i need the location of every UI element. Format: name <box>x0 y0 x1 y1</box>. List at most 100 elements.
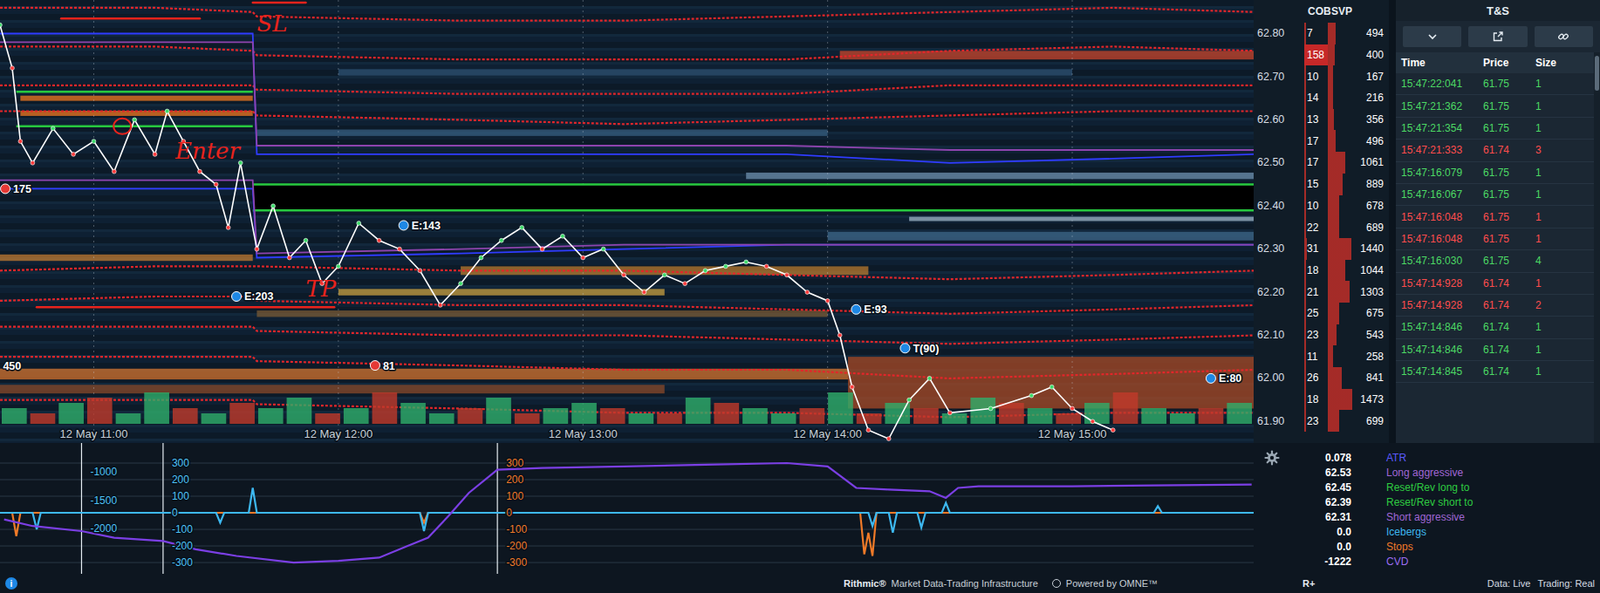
trade-size: 1 <box>1535 232 1594 246</box>
volume-bar <box>172 408 199 424</box>
marker-dot-icon[interactable] <box>1205 373 1216 383</box>
annotation: TP <box>305 275 336 302</box>
trade-price: 61.75 <box>1483 166 1536 179</box>
legend-value: -1222 <box>1290 555 1352 568</box>
svp-cell: 689 <box>1327 216 1389 239</box>
trade-size: 1 <box>1535 321 1594 334</box>
scale-tick: 300 <box>505 457 524 470</box>
marker-dot-icon[interactable] <box>0 184 11 194</box>
legend-value: 62.31 <box>1290 511 1352 524</box>
indicator-chart[interactable]: -1000-1500-20003002001000-100-200-300300… <box>0 443 1254 575</box>
volume-bar <box>1169 413 1196 424</box>
scale-tick: 0 <box>171 506 178 520</box>
trade-dot <box>988 406 993 411</box>
trade-dot <box>540 246 545 252</box>
trade-row[interactable]: 15:47:16:07961.751 <box>1395 162 1594 185</box>
svp-cell: 1044 <box>1327 259 1389 282</box>
order-marker[interactable]: E:203 <box>232 290 274 303</box>
marker-dot-icon[interactable] <box>900 343 910 354</box>
info-icon[interactable]: i <box>5 577 18 590</box>
heatmap-chart[interactable]: 175E:203E:14381E:93T(90)450E:80SLEnterTP… <box>0 0 1254 444</box>
cob-header: COB <box>1304 5 1328 18</box>
annotation <box>113 118 131 135</box>
price-line <box>0 25 1114 439</box>
settings-button[interactable] <box>1264 450 1286 575</box>
legend-value: 0.0 <box>1290 526 1352 539</box>
marker-dot-icon[interactable] <box>232 291 242 301</box>
gear-icon <box>1264 450 1280 466</box>
order-marker[interactable]: E:143 <box>398 219 441 233</box>
legend-row: 0.0Stops <box>1290 539 1473 554</box>
export-button[interactable] <box>1468 26 1527 48</box>
svp-cell: 1473 <box>1327 389 1389 411</box>
order-marker[interactable]: 450 <box>2 360 21 373</box>
ladder-row: 22689 <box>1253 216 1389 239</box>
heatmap-band <box>909 217 1254 222</box>
hour-gridline <box>93 0 95 444</box>
trade-dot <box>458 281 464 287</box>
trade-row[interactable]: 15:47:14:84661.741 <box>1395 316 1594 339</box>
order-marker[interactable]: E:93 <box>851 303 888 316</box>
column-header[interactable]: Time <box>1401 56 1484 69</box>
volume-bar <box>913 408 939 424</box>
link-button[interactable] <box>1534 26 1594 48</box>
trade-dot <box>18 139 23 144</box>
ladder-row: 25675 <box>1253 302 1389 325</box>
trade-row[interactable]: 15:47:21:33361.743 <box>1395 139 1594 162</box>
price-tick: 62.70 <box>1253 65 1305 88</box>
marker-dot-icon[interactable] <box>398 220 409 231</box>
trade-dot <box>335 264 341 269</box>
volume-bar <box>116 413 142 424</box>
annotation: Enter <box>174 137 242 165</box>
order-marker[interactable]: E:80 <box>1205 372 1242 385</box>
scale-tick: -200 <box>505 540 527 553</box>
trade-row[interactable]: 15:47:21:35461.751 <box>1395 117 1594 140</box>
trade-price: 61.75 <box>1483 100 1536 113</box>
trade-price: 61.74 <box>1483 343 1536 356</box>
marker-dot-icon[interactable] <box>851 304 862 315</box>
scrollbar[interactable] <box>1593 52 1600 444</box>
order-marker[interactable]: T(90) <box>900 342 939 356</box>
heatmap-band <box>256 129 828 136</box>
annotation-text: Enter <box>174 137 242 165</box>
trade-row[interactable]: 15:47:16:04861.751 <box>1395 228 1594 251</box>
svp-cell: 400 <box>1327 44 1389 67</box>
trade-row[interactable]: 15:47:14:84661.741 <box>1395 339 1594 362</box>
lower-area: -1000-1500-20003002001000-100-200-300300… <box>0 443 1600 593</box>
ring-icon <box>1052 579 1061 589</box>
trade-time: 15:47:16:048 <box>1401 232 1484 246</box>
trade-row[interactable]: 15:47:16:04861.751 <box>1395 205 1594 228</box>
trade-price: 61.74 <box>1483 277 1536 290</box>
trade-row[interactable]: 15:47:22:04161.751 <box>1395 73 1594 96</box>
order-marker[interactable]: 81 <box>369 360 395 373</box>
column-header[interactable]: Price <box>1483 56 1536 69</box>
price-tick <box>1253 87 1305 110</box>
scale-tick: -2000 <box>89 522 117 535</box>
trade-row[interactable]: 15:47:16:03061.754 <box>1395 250 1594 273</box>
trade-row[interactable]: 15:47:14:92861.742 <box>1395 294 1594 317</box>
ladder-row: 62.4010678 <box>1253 195 1389 218</box>
trade-row[interactable]: 15:47:21:36261.751 <box>1395 95 1594 117</box>
ladder-row: 11258 <box>1253 345 1389 368</box>
dropdown-button[interactable] <box>1402 26 1462 48</box>
trade-price: 61.74 <box>1483 365 1536 378</box>
scrollbar-thumb[interactable] <box>1594 55 1600 91</box>
scale-tick: -100 <box>171 523 193 536</box>
scale-divider <box>81 443 83 575</box>
marker-dot-icon[interactable] <box>369 361 380 371</box>
price-chart[interactable]: 175E:203E:14381E:93T(90)450E:80SLEnterTP… <box>0 0 1254 444</box>
scale-axis: 3002001000-100-200-300 <box>171 457 193 569</box>
trade-row[interactable]: 15:47:14:92861.741 <box>1395 273 1594 295</box>
provider-credit: Rithmic®Market Data-Trading Infrastructu… <box>843 578 1158 589</box>
trade-row[interactable]: 15:47:14:84561.741 <box>1395 361 1594 383</box>
level-line <box>0 7 1254 21</box>
order-marker[interactable]: 175 <box>0 183 32 196</box>
heatmap-band <box>847 356 1254 409</box>
volume-bar <box>287 397 313 424</box>
legend-row: -1222CVD <box>1290 553 1473 569</box>
volume-bar <box>998 403 1025 424</box>
column-header[interactable]: Size <box>1535 56 1594 69</box>
trade-dot <box>1029 393 1034 398</box>
indicator-background <box>0 443 1254 575</box>
trade-row[interactable]: 15:47:16:06761.751 <box>1395 184 1594 206</box>
